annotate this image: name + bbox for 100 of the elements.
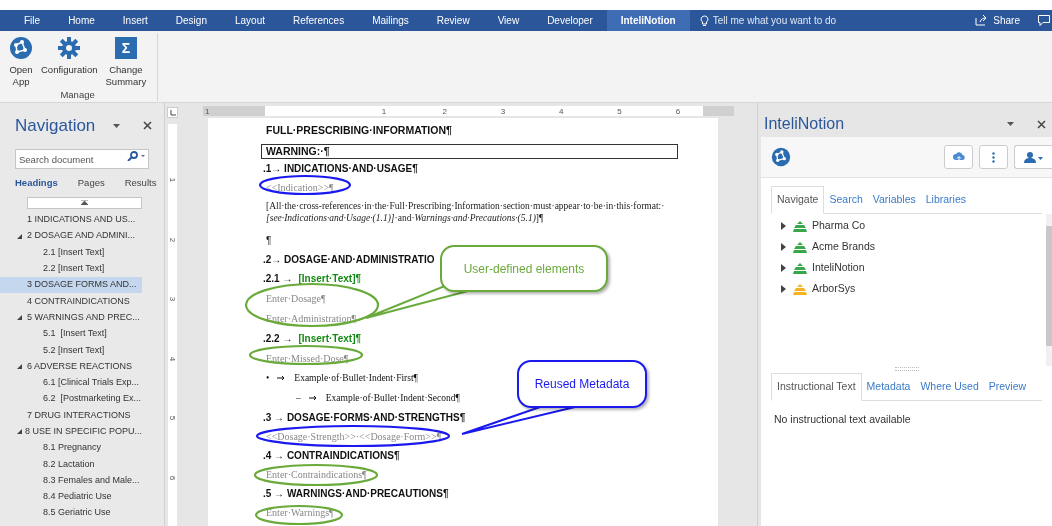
expand-arrow-icon[interactable] [781,264,788,273]
menu-tab[interactable]: Developer [533,10,607,31]
expand-arrow-icon[interactable] [781,285,788,294]
placeholder-text[interactable]: Enter·Dosage¶ [266,290,326,306]
ruler-number: 6 [675,106,681,116]
tab-selector-icon[interactable] [167,107,178,118]
heading-item[interactable]: 6.2 [Postmarketing Ex... [0,391,142,408]
heading-item[interactable]: 8 USE IN SPECIFIC POPU... [0,423,142,440]
ribbon-button[interactable]: Configuration [38,33,101,76]
section-heading: .2→ DOSAGE·AND·ADMINISTRATIO [263,252,435,267]
heading-item[interactable]: 8.3 Females and Male... [0,472,142,489]
placeholder-text[interactable]: Enter·Contraindications¶ [266,466,367,482]
placeholder-text[interactable]: <<Dosage·Strength>>·<<Dosage·Form>>¶ [266,428,442,444]
dropdown-icon[interactable] [1007,122,1014,126]
heading-item[interactable]: 8.2 Lactation [0,456,142,473]
menu-tab[interactable]: Home [54,10,109,31]
close-icon[interactable] [143,121,152,131]
heading-item[interactable]: 5.1 [Insert Text] [0,325,142,343]
menu-tab[interactable]: Layout [220,10,279,31]
heading-item[interactable]: 2.2 [Insert Text] [0,260,142,277]
group-label: Manage [60,88,95,102]
panel-tab[interactable]: Libraries [920,187,971,213]
tell-me-field[interactable]: Tell me what you want to do [699,10,837,31]
user-icon [1023,151,1044,163]
panel-tab[interactable]: Where Used [915,373,984,400]
panel-tab[interactable]: Metadata [861,373,916,400]
search-field[interactable]: Search document [15,149,149,169]
placeholder-text[interactable]: Enter·Administration¶ [266,310,357,326]
menu-tab[interactable]: Review [422,10,484,31]
ruler-number: 3 [500,106,506,116]
share-button[interactable]: Share [975,10,1020,31]
panel-tab[interactable]: Navigate [771,186,825,214]
menu-tab[interactable]: Mailings [358,10,423,31]
expand-arrow-icon[interactable] [17,315,22,321]
heading-item[interactable]: 6.1 [Clinical Trials Exp... [0,374,142,391]
panel-tab[interactable]: Instructional Text [771,372,862,401]
heading-item[interactable]: 8.5 Geriatric Use [0,505,142,522]
insert-text-field[interactable]: [Insert·Text]¶ [298,330,362,346]
pane-tab[interactable]: Headings [15,175,58,190]
callout-box: User-defined elements [440,245,608,292]
heading-item[interactable]: 7 DRUG INTERACTIONS [0,407,142,424]
heading-item[interactable]: 2.1 [Insert Text] [0,244,142,261]
placeholder-text[interactable]: Enter·Missed·Dose¶ [266,350,349,366]
expand-arrow-icon[interactable] [17,364,22,370]
expand-arrow-icon[interactable] [17,429,22,435]
lightbulb-icon [699,14,709,27]
menu-tab[interactable]: Design [161,10,221,31]
menu-tab[interactable]: InteliNotion [606,10,690,31]
library-tree-item[interactable]: Acme Brands [781,236,1046,258]
section-number: .2.1 → [263,271,293,286]
ribbon-button[interactable]: Σ Change Summary [102,33,150,88]
insert-text-field[interactable]: [Insert·Text]¶ [298,270,362,286]
menu-tab[interactable]: References [279,10,359,31]
heading-item[interactable]: 5 WARNINGS AND PREC... [0,309,142,326]
menu-tab[interactable]: View [483,10,534,31]
panel-tab[interactable]: Search [824,187,868,213]
section-heading: .5 → WARNINGS·AND·PRECAUTIONS¶ [263,486,449,501]
user-menu-button[interactable] [1014,145,1052,169]
splitter-handle[interactable] [894,366,919,371]
section-heading: .3 → DOSAGE·FORMS·AND·STRENGTHS¶ [263,410,466,425]
ruler-number: 1 [381,106,387,116]
heading-item[interactable]: 6 ADVERSE REACTIONS [0,358,142,375]
ruler-number: 3 [167,296,178,302]
scrollbar[interactable] [1046,213,1052,366]
panel-tab[interactable]: Preview [983,373,1032,400]
warning-box: WARNING:·¶ [261,144,678,159]
paragraph-mark: ¶ [266,233,272,248]
pane-tab[interactable]: Results [124,175,157,190]
panel-tab[interactable]: Variables [867,187,921,213]
heading-item[interactable]: 3 DOSAGE FORMS AND... [0,276,142,294]
search-icon[interactable] [127,150,146,161]
tab-arrow-icon [308,395,318,401]
collapse-arrow-icon [81,200,88,206]
library-tree-item[interactable]: ArborSys [781,278,1046,300]
pane-tab[interactable]: Pages [77,175,105,190]
section-title: FULL·PRESCRIBING·INFORMATION¶ [266,123,452,139]
cloud-upload-icon [952,152,965,162]
placeholder-text[interactable]: Enter·Warnings¶ [266,504,334,520]
menu-tab[interactable]: File [10,10,55,31]
library-tree-item[interactable]: Pharma Co [781,215,1046,237]
more-options-button[interactable] [979,145,1008,169]
menu-tab[interactable]: Insert [108,10,162,31]
expand-arrow-icon[interactable] [781,222,788,231]
heading-item[interactable]: 1 INDICATIONS AND US... [0,211,142,229]
expand-arrow-icon[interactable] [781,243,788,252]
placeholder-text[interactable]: <<Indication>>¶ [266,179,334,195]
ruler-number: 5 [617,106,622,116]
heading-item[interactable]: 4 CONTRAINDICATIONS [0,293,142,310]
close-icon[interactable] [1037,119,1046,129]
info-message: No instructional text available [774,411,912,427]
upload-button[interactable] [944,145,973,169]
dropdown-icon[interactable] [113,123,120,128]
library-tree-item[interactable]: InteliNotion [781,257,1046,279]
ribbon-button[interactable]: Open App [6,33,36,88]
expand-arrow-icon[interactable] [17,233,22,239]
ruler-number: 4 [559,106,564,116]
heading-item[interactable]: 2 DOSAGE AND ADMINI... [0,228,142,245]
heading-item[interactable]: 8.4 Pediatric Use [0,488,142,506]
heading-item[interactable]: 8.1 Pregnancy [0,439,142,457]
heading-item[interactable]: 5.2 [Insert Text] [0,342,142,359]
